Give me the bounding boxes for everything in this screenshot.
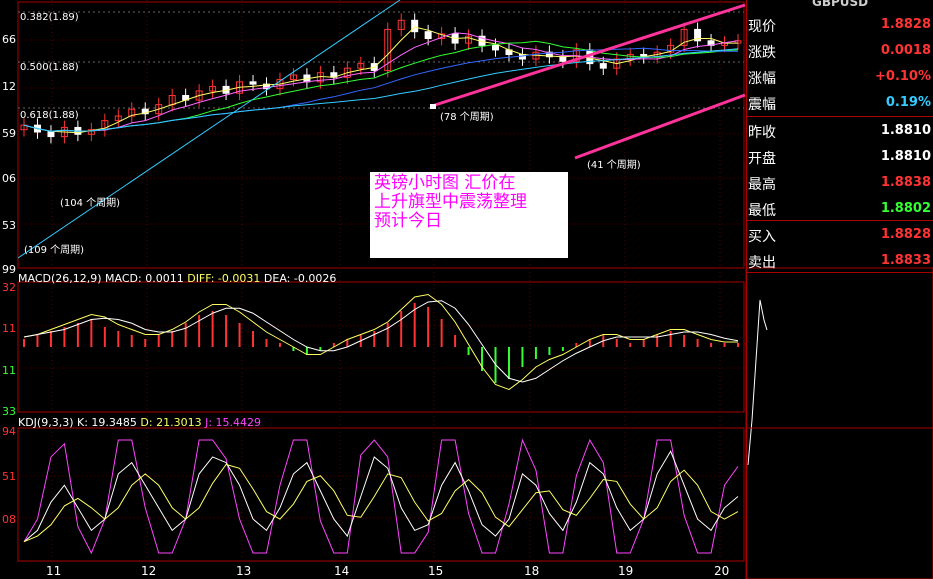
y-tick-macd-3: 11 xyxy=(2,364,16,377)
quote-label: 卖出 xyxy=(748,255,776,271)
diff-value: DIFF: -0.0031 xyxy=(187,272,261,285)
mini-line xyxy=(747,299,768,466)
quote-value: +0.10% xyxy=(875,69,931,84)
period-label-41: (41 个周期) xyxy=(587,160,641,171)
y-tick-main-4: 06 xyxy=(2,172,16,185)
quote-row: 震幅 0.19% xyxy=(748,90,933,116)
quote-label: 震幅 xyxy=(748,97,776,113)
quote-row: 涨跌 0.0018 xyxy=(748,38,933,64)
period-label-109: (109 个周期) xyxy=(24,245,85,256)
candle-body xyxy=(518,53,526,60)
k-line xyxy=(23,450,739,543)
quote-label: 现价 xyxy=(748,19,776,35)
quote-value: 1.8828 xyxy=(880,17,931,32)
quote-value: 0.0018 xyxy=(880,43,931,58)
j-value: J: 15.4429 xyxy=(205,416,262,429)
quote-value: 1.8828 xyxy=(880,227,931,242)
y-tick-main-1: 66 xyxy=(2,33,16,46)
quote-label: 昨收 xyxy=(748,125,776,141)
x-tick-15: 15 xyxy=(428,564,444,578)
anchor-marker xyxy=(430,104,436,109)
d-value: D: 21.3013 xyxy=(140,416,202,429)
quote-separator xyxy=(746,116,933,117)
x-tick-19: 19 xyxy=(618,564,634,578)
macd-title: MACD(26,12,9) xyxy=(18,272,102,285)
fib-label-500: 0.500(1.88) xyxy=(20,62,79,73)
macd-frame xyxy=(17,281,745,413)
y-tick-main-5: 53 xyxy=(2,219,16,232)
quote-label: 涨跌 xyxy=(748,45,776,61)
candle-body xyxy=(424,31,432,40)
annotation-line-2: 上升旗型中震荡整理 xyxy=(374,192,527,212)
quote-row: 最低 1.8802 xyxy=(748,196,933,222)
kdj-title: KDJ(9,3,3) xyxy=(18,416,74,429)
candle-body xyxy=(47,131,55,138)
candle-body xyxy=(492,44,500,51)
quote-row: 最高 1.8838 xyxy=(748,170,933,196)
y-tick-kdj-2: 51 xyxy=(2,470,16,483)
fib-label-618: 0.618(1.88) xyxy=(20,110,79,121)
y-tick-kdj-1: 94 xyxy=(2,425,16,438)
k-value: K: 19.3485 xyxy=(77,416,137,429)
x-tick-18: 18 xyxy=(524,564,540,578)
y-tick-main-2: 12 xyxy=(2,80,16,93)
quote-value: 1.8802 xyxy=(880,201,931,216)
x-tick-13: 13 xyxy=(236,564,252,578)
quote-row: 买入 1.8828 xyxy=(748,222,933,248)
macd-value: MACD: 0.0011 xyxy=(105,272,184,285)
fib-label-382: 0.382(1.89) xyxy=(20,12,79,23)
symbol-title: GBPUSD xyxy=(812,0,869,9)
quote-value: 1.8833 xyxy=(880,253,931,268)
x-tick-14: 14 xyxy=(334,564,350,578)
quote-panel-border xyxy=(746,0,747,579)
candle-body xyxy=(411,19,419,33)
macd-header: MACD(26,12,9) MACD: 0.0011 DIFF: -0.0031… xyxy=(18,272,336,285)
quote-row: 卖出 1.8833 xyxy=(748,248,933,274)
quote-separator xyxy=(746,272,933,273)
y-tick-macd-1: 32 xyxy=(2,281,16,294)
quote-value: 1.8838 xyxy=(880,175,931,190)
y-tick-main-3: 59 xyxy=(2,127,16,140)
quote-label: 开盘 xyxy=(748,151,776,167)
quote-value: 1.8810 xyxy=(880,149,931,164)
y-tick-main-6: 99 xyxy=(2,263,16,276)
right-mini-frame xyxy=(745,267,933,579)
quote-row: 开盘 1.8810 xyxy=(748,144,933,170)
quote-label: 买入 xyxy=(748,229,776,245)
quote-row: 现价 1.8828 xyxy=(748,12,933,38)
y-tick-macd-2: 11 xyxy=(2,322,16,335)
x-tick-12: 12 xyxy=(141,564,157,578)
quote-separator xyxy=(746,220,933,221)
quote-label: 涨幅 xyxy=(748,71,776,87)
quote-row: 昨收 1.8810 xyxy=(748,118,933,144)
candle-body xyxy=(559,56,567,62)
candle-body xyxy=(599,63,607,69)
annotation-line-1: 英镑小时图 汇价在 xyxy=(374,173,516,193)
x-tick-20: 20 xyxy=(714,564,730,578)
y-tick-kdj-3: 08 xyxy=(2,513,16,526)
quote-value: 0.19% xyxy=(885,95,931,110)
period-label-104: (104 个周期) xyxy=(60,198,121,209)
quote-value: 1.8810 xyxy=(880,123,931,138)
annotation-line-3: 预计今日 xyxy=(374,211,442,231)
y-tick-macd-4: 33 xyxy=(2,405,16,418)
period-label-78: (78 个周期) xyxy=(440,112,494,123)
dea-value: DEA: -0.0026 xyxy=(263,272,337,285)
j-line xyxy=(23,438,739,555)
channel-upper-line xyxy=(431,3,746,108)
quote-label: 最低 xyxy=(748,203,776,219)
quote-label: 最高 xyxy=(748,177,776,193)
candle-body xyxy=(249,81,257,85)
annotation-box: 英镑小时图 汇价在 上升旗型中震荡整理 预计今日 xyxy=(370,172,568,258)
quote-row: 涨幅 +0.10% xyxy=(748,64,933,90)
kdj-header: KDJ(9,3,3) K: 19.3485 D: 21.3013 J: 15.4… xyxy=(18,416,261,429)
x-tick-11: 11 xyxy=(46,564,62,578)
